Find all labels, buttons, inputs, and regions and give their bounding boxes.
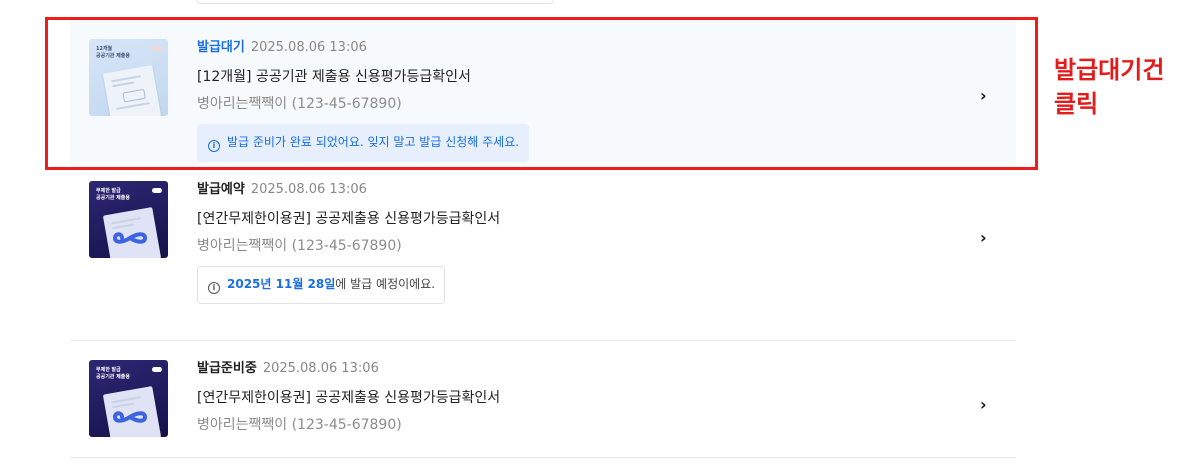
status-line: 발급예약 2025.08.06 13:06: [197, 181, 500, 199]
item-title: [연간무제한이용권] 공공제출용 신용평가등급확인서: [197, 390, 501, 406]
item-title: [12개월] 공공기관 제출용 신용평가등급확인서: [197, 69, 471, 85]
thumbnail-label: 무제한 발급 공공기관 제출용: [96, 367, 130, 380]
notice-text: 에 발급 예정이에요.: [335, 277, 436, 291]
notice-text: 발급 준비가 완료 되었어요. 잊지 말고 발급 신청해 주세요.: [227, 135, 520, 149]
status-line: 발급대기 2025.08.06 13:06: [197, 39, 529, 57]
infinity-icon: [113, 232, 147, 244]
date-label: 2025.08.06 13:06: [250, 40, 367, 55]
certificate-list: 12개월 공공기관 제출용 발급대기 2025.08.06 13:06 [12개월…: [70, 18, 1016, 458]
list-item-reserved[interactable]: 무제한 발급 공공기관 제출용 발급예약 2025.08.06 13:06 [연간…: [70, 170, 1016, 341]
thumbnail-tag: [152, 188, 162, 193]
thumbnail-label: 12개월 공공기관 제출용: [96, 46, 130, 59]
info-icon: i: [208, 282, 220, 294]
info-icon: i: [208, 140, 220, 152]
item-title: [연간무제한이용권] 공공제출용 신용평가등급확인서: [197, 211, 501, 227]
company-label: 병아리는짹짹이 (123-45-67890): [197, 417, 402, 433]
date-label: 2025.08.06 13:06: [250, 182, 367, 197]
status-label: 발급예약: [197, 182, 245, 197]
chevron-right-icon[interactable]: ›: [980, 230, 992, 246]
list-item-preparing[interactable]: 무제한 발급 공공기관 제출용 발급준비중 2025.08.06 13:06 [연…: [70, 341, 1016, 458]
status-label: 발급준비중: [197, 361, 257, 376]
notice-date: 2025년 11월 28일: [227, 277, 336, 291]
status-line: 발급준비중 2025.08.06 13:06: [197, 360, 500, 378]
annotation-label: 발급대기건 클릭: [1054, 56, 1165, 118]
certificate-thumbnail: 무제한 발급 공공기관 제출용: [89, 360, 168, 437]
item-info: 발급준비중 2025.08.06 13:06 [연간무제한이용권] 공공제출용 신…: [197, 360, 500, 435]
infinity-icon: [113, 411, 147, 423]
issuance-list-screen: 12개월 공공기관 제출용 발급대기 2025.08.06 13:06 [12개월…: [0, 0, 1201, 466]
thumbnail-label: 무제한 발급 공공기관 제출용: [96, 188, 130, 201]
previous-item-edge: [196, 0, 554, 4]
thumbnail-tag: [152, 367, 162, 372]
thumbnail-tag: [152, 46, 162, 51]
list-item-pending[interactable]: 12개월 공공기관 제출용 발급대기 2025.08.06 13:06 [12개월…: [70, 18, 1016, 170]
item-info: 발급대기 2025.08.06 13:06 [12개월] 공공기관 제출용 신용평…: [197, 39, 530, 162]
item-info: 발급예약 2025.08.06 13:06 [연간무제한이용권] 공공제출용 신용…: [197, 181, 500, 304]
certificate-thumbnail: 무제한 발급 공공기관 제출용: [89, 181, 168, 258]
company-label: 병아리는짹짹이 (123-45-67890): [197, 96, 402, 112]
notice-box: i 2025년 11월 28일에 발급 예정이에요.: [197, 266, 446, 304]
company-label: 병아리는짹짹이 (123-45-67890): [197, 238, 402, 254]
chevron-right-icon[interactable]: ›: [980, 88, 992, 104]
certificate-thumbnail: 12개월 공공기관 제출용: [89, 39, 168, 116]
notice-box: i 발급 준비가 완료 되었어요. 잊지 말고 발급 신청해 주세요.: [197, 124, 530, 162]
date-label: 2025.08.06 13:06: [262, 361, 379, 376]
document-illustration: [102, 65, 162, 116]
status-label: 발급대기: [197, 40, 245, 55]
chevron-right-icon[interactable]: ›: [980, 397, 992, 413]
